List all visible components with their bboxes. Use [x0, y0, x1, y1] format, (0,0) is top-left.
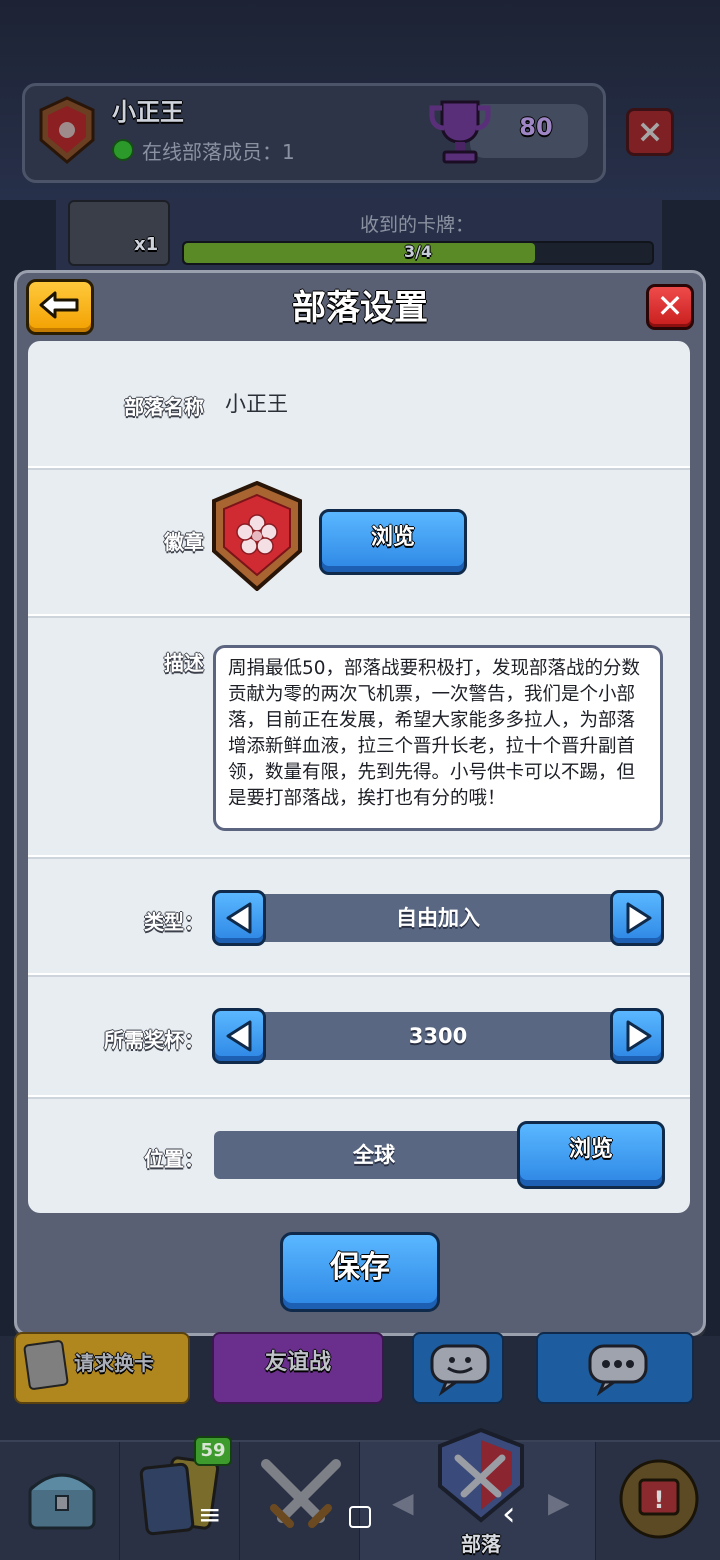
type-value: 自由加入	[396, 906, 480, 930]
nav-prev-icon[interactable]: ◀	[392, 1486, 414, 1519]
clan-badge-icon	[212, 481, 302, 591]
request-card-label: 请求换卡	[74, 1351, 154, 1375]
nav-shop[interactable]	[0, 1442, 120, 1560]
trophy-selector: 3300	[212, 1008, 664, 1064]
type-next-button[interactable]	[610, 890, 664, 946]
location-value: 全球	[214, 1131, 534, 1179]
name-row: 部落名称 小正王	[28, 341, 690, 468]
cards-count-badge: 59	[194, 1436, 232, 1466]
required-trophies-value: 3300	[408, 1024, 468, 1048]
emote-button[interactable]	[412, 1332, 504, 1404]
chat-bubble-icon	[588, 1344, 648, 1396]
description-textarea[interactable]: 周捐最低50，部落战要积极打，发现部落战的分数贡献为零的两次飞机票，一次警告，我…	[213, 645, 663, 831]
triangle-right-icon	[626, 1020, 652, 1052]
received-progress-text: 3/4	[403, 242, 433, 261]
close-background-icon[interactable]: ×	[626, 108, 674, 156]
location-browse-button[interactable]: 浏览	[517, 1121, 665, 1189]
description-label: 描述	[164, 651, 204, 675]
online-indicator-icon	[112, 139, 134, 161]
triangle-left-icon	[226, 1020, 252, 1052]
system-home-icon[interactable]	[349, 1506, 371, 1528]
system-back-icon[interactable]: ‹	[502, 1494, 516, 1534]
triangle-left-icon	[226, 902, 252, 934]
online-members-text: 在线部落成员：1	[142, 140, 295, 164]
received-cards-label: 收到的卡牌：	[359, 214, 474, 236]
required-trophies-label: 所需奖杯：	[104, 1028, 204, 1052]
chest-icon	[28, 1473, 96, 1530]
save-button[interactable]: 保存	[280, 1232, 440, 1312]
nav-next-icon[interactable]: ▶	[548, 1486, 570, 1519]
system-menu-icon[interactable]: ≡	[198, 1498, 221, 1531]
close-icon: ✕	[656, 287, 684, 325]
settings-panel: 部落名称 小正王 徽章 浏览 描述 周捐最低50，部落战要积极打，发现部落战的分…	[28, 341, 690, 1213]
card-icon	[22, 1339, 70, 1391]
type-label: 类型：	[144, 910, 204, 934]
close-button[interactable]: ✕	[646, 284, 694, 330]
type-prev-button[interactable]	[212, 890, 266, 946]
clan-name-background: 小正王	[112, 98, 184, 126]
trophy-icon	[429, 100, 491, 164]
clan-name-value[interactable]: 小正王	[225, 388, 288, 418]
friendly-battle-label: 友谊战	[264, 1350, 331, 1375]
card-count: x1	[134, 234, 159, 255]
arrow-left-icon	[39, 291, 79, 319]
modal-title: 部落设置	[292, 288, 428, 328]
chat-button[interactable]	[536, 1332, 694, 1404]
badge-label: 徽章	[164, 530, 204, 554]
back-button[interactable]	[26, 279, 94, 335]
smiley-chat-icon	[430, 1344, 490, 1396]
svg-text:!: !	[654, 1486, 665, 1514]
location-label: 位置：	[144, 1147, 204, 1171]
nav-battle[interactable]	[240, 1442, 360, 1560]
trophy-prev-button[interactable]	[212, 1008, 266, 1064]
clan-badge-small-icon	[39, 96, 95, 164]
name-label: 部落名称	[124, 395, 204, 419]
trophy-count: 80	[519, 113, 553, 141]
crossed-swords-icon	[261, 1459, 341, 1528]
badge-browse-button[interactable]: 浏览	[319, 509, 467, 575]
type-selector: 自由加入	[212, 890, 664, 946]
laurel-event-icon: !	[619, 1459, 699, 1539]
triangle-right-icon	[626, 902, 652, 934]
card-thumbnail	[68, 200, 170, 266]
nav-events[interactable]: !	[596, 1442, 720, 1560]
trophy-next-button[interactable]	[610, 1008, 664, 1064]
